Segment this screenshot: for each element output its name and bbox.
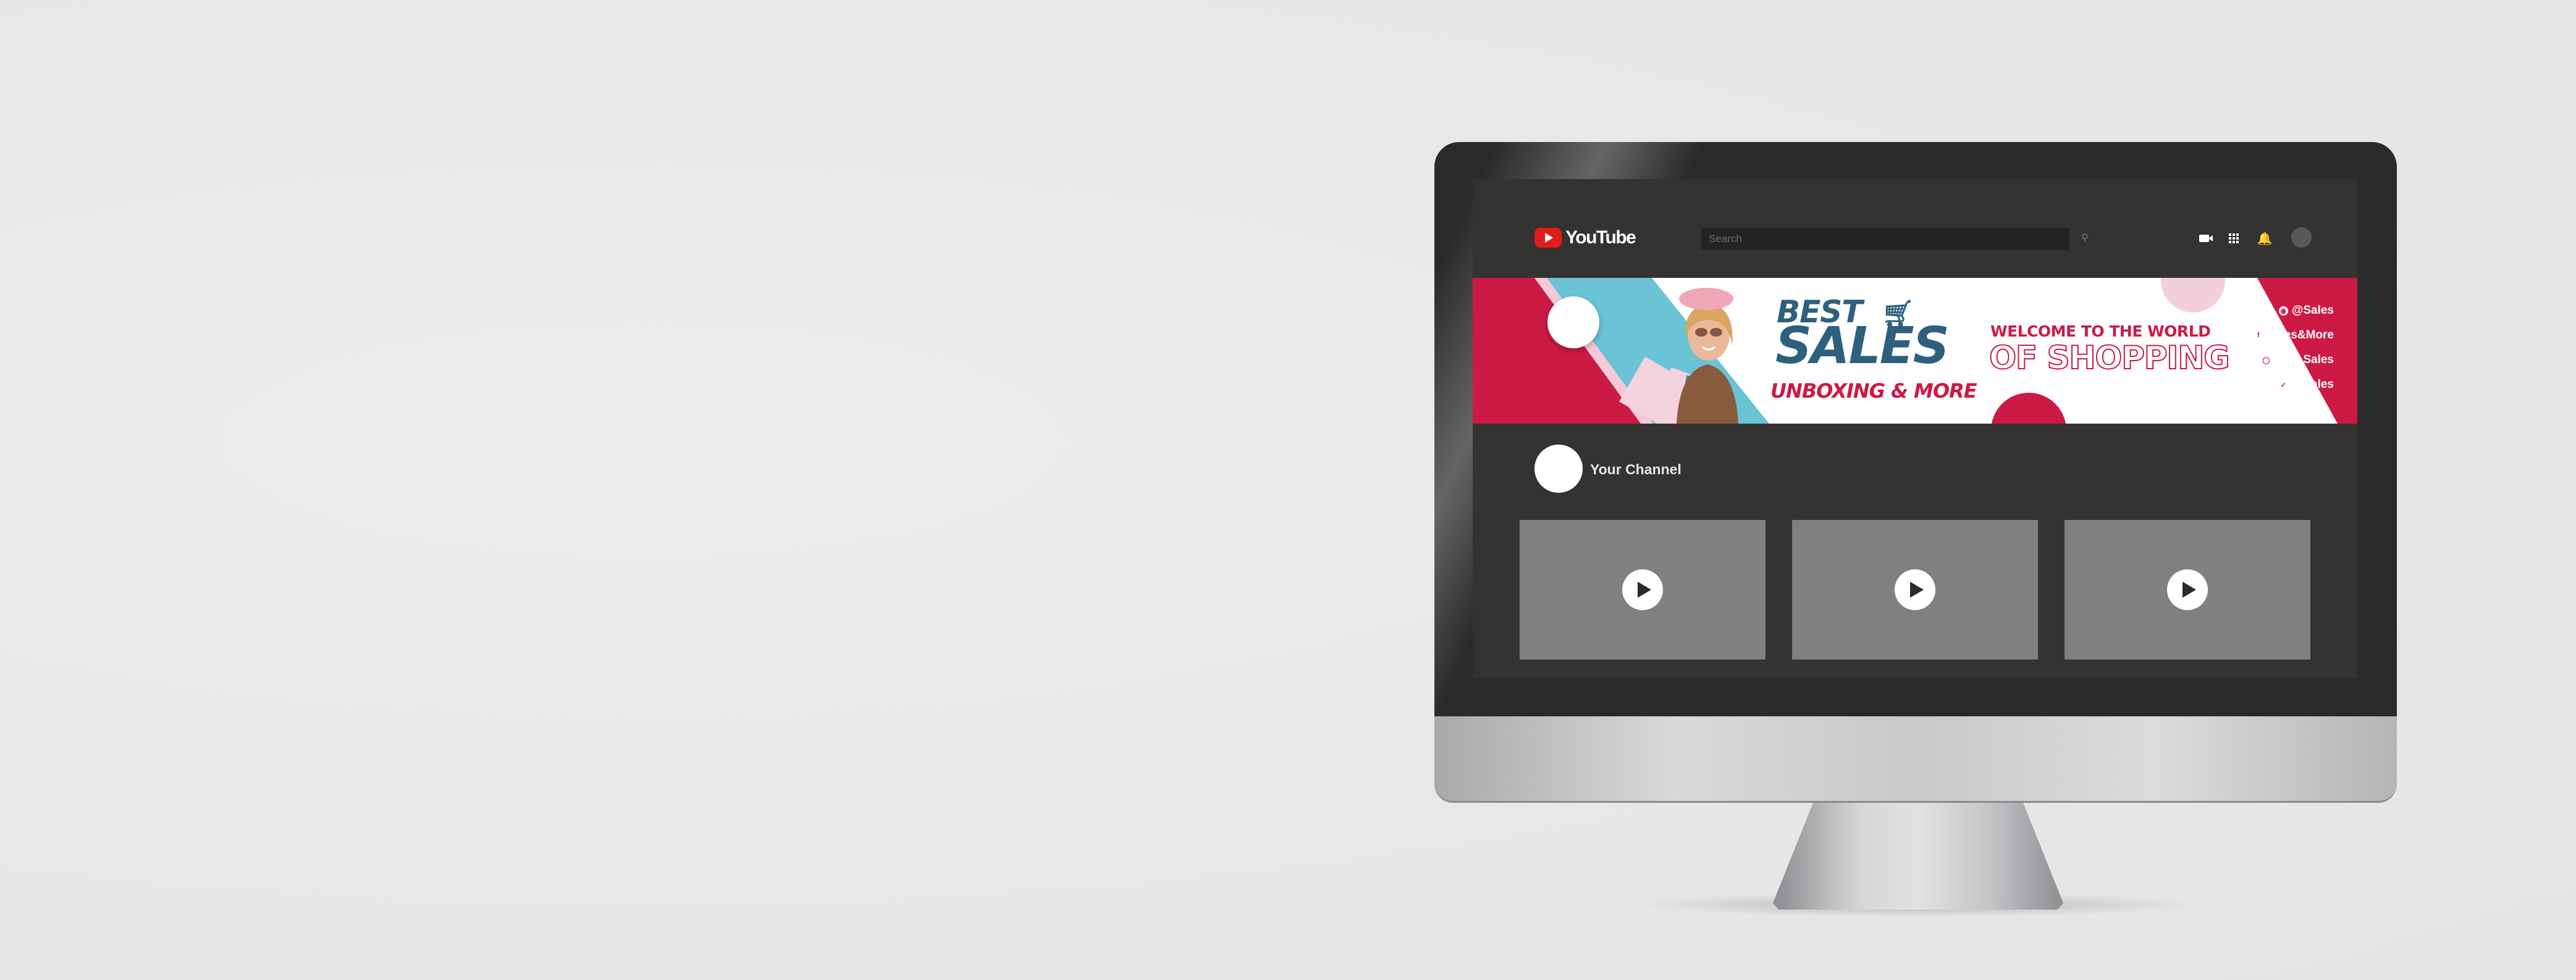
banner-pink-circle [2158,278,2228,315]
apps-grid-icon[interactable] [2225,230,2242,247]
play-icon[interactable] [2167,569,2208,610]
youtube-play-icon [1534,228,1562,248]
banner-shopping-text: OF SHOPPING [1989,339,2231,377]
video-thumbnail[interactable] [1792,520,2038,660]
monitor-chin [1434,716,2397,803]
monitor: YouTube Search ⚲ 🔔 BEST 🛒︎ SALES UNBOXIN… [1434,142,2397,803]
account-avatar[interactable] [2291,227,2312,248]
youtube-screen: YouTube Search ⚲ 🔔 BEST 🛒︎ SALES UNBOXIN… [1473,179,2357,678]
search-input[interactable]: Search [1701,228,2069,250]
bell-icon[interactable]: 🔔 [2256,230,2273,247]
youtube-logo[interactable]: YouTube [1534,227,1636,248]
channel-banner: BEST 🛒︎ SALES UNBOXING & MORE WELCOME TO… [1473,278,2357,424]
video-thumbnail[interactable] [2065,520,2310,660]
web-icon: ◯ [2261,355,2271,365]
instagram-icon: ◉ [2278,306,2288,316]
play-icon[interactable] [1622,569,1663,610]
social-link-web[interactable]: ◯ Best Sales [2261,353,2334,367]
social-link-twitter[interactable]: ✓ @Sales [2278,378,2334,392]
banner-circle [1547,296,1599,348]
channel-name[interactable]: Your Channel [1590,461,1682,478]
youtube-logo-text: YouTube [1565,227,1636,248]
banner-red-circle [1991,393,2066,424]
social-link-facebook[interactable]: f Sales&More [2254,329,2334,342]
video-thumbnail[interactable] [1520,520,1766,660]
banner-unboxing-text: UNBOXING & MORE [1770,379,1977,403]
channel-avatar[interactable] [1534,445,1583,493]
youtube-topbar: YouTube Search ⚲ 🔔 [1473,179,2357,278]
shopper-image [1658,288,1738,424]
search-icon[interactable]: ⚲ [2081,232,2095,245]
video-camera-icon[interactable] [2195,230,2213,247]
social-links: ◉ @Sales f Sales&More ◯ Best Sales ✓ @Sa… [2254,304,2334,392]
banner-sales-text: SALES [1775,317,1950,375]
twitter-icon: ✓ [2278,380,2288,390]
social-link-instagram[interactable]: ◉ @Sales [2278,304,2334,317]
play-icon[interactable] [1895,569,1935,610]
monitor-bezel: YouTube Search ⚲ 🔔 BEST 🛒︎ SALES UNBOXIN… [1434,142,2397,716]
monitor-stand [1773,802,2063,910]
facebook-icon: f [2254,330,2263,340]
banner-welcome-text: WELCOME TO THE WORLD [1990,322,2211,340]
